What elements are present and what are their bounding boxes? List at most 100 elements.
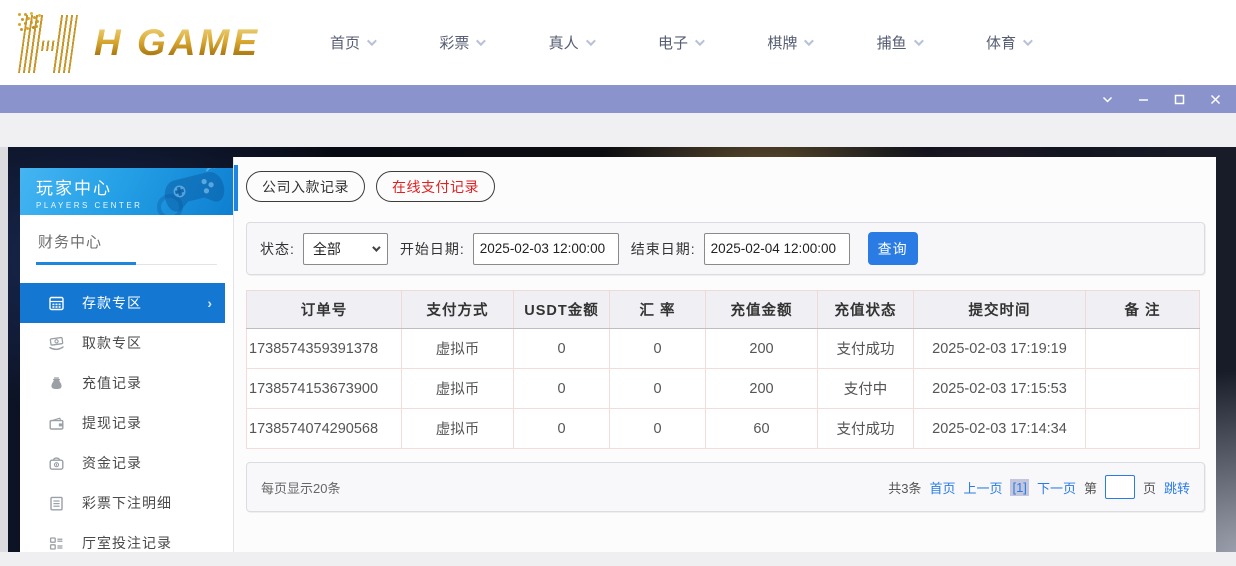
- maximize-icon[interactable]: [1172, 92, 1186, 106]
- table-cell: 2025-02-03 17:14:34: [914, 409, 1086, 449]
- chevron-down-icon: [476, 36, 486, 46]
- logo-text: H GAME: [94, 22, 260, 64]
- tab-0[interactable]: 公司入款记录: [246, 171, 365, 202]
- nav-item-label: 体育: [986, 32, 1016, 53]
- nav-item-1[interactable]: 彩票: [439, 32, 483, 53]
- deposit-icon: [48, 295, 65, 312]
- next-page-link[interactable]: 下一页: [1037, 478, 1076, 497]
- jump-button[interactable]: 跳转: [1164, 478, 1190, 497]
- table-cell: 虚拟币: [402, 369, 514, 409]
- nav-item-label: 彩票: [439, 32, 469, 53]
- page-jump-input[interactable]: [1105, 475, 1135, 499]
- sidebar-item-3[interactable]: 提现记录›: [20, 403, 233, 443]
- page-size-text: 每页显示20条: [261, 478, 340, 497]
- payment-records-table: 订单号支付方式USDT金额汇 率充值金额充值状态提交时间备 注 17385743…: [246, 290, 1200, 449]
- current-page-indicator: [1]: [1010, 479, 1028, 496]
- prev-page-link[interactable]: 上一页: [963, 478, 1002, 497]
- table-cell: 0: [514, 369, 610, 409]
- sidebar-item-0[interactable]: 存款专区 ›: [20, 283, 225, 323]
- table-cell: 1738574153673900: [247, 369, 402, 409]
- column-header-0: 订单号: [247, 291, 402, 329]
- tab-1[interactable]: 在线支付记录: [376, 171, 495, 202]
- column-header-1: 支付方式: [402, 291, 514, 329]
- table-cell: 0: [610, 409, 706, 449]
- filter-bar: 状态: 全部 开始日期: 结束日期: 查询: [246, 222, 1205, 275]
- top-header: H GAME 首页 彩票 真人 电子 棋牌 捕鱼 体育: [0, 0, 1236, 85]
- lottery-detail-icon: [48, 495, 65, 512]
- chevron-down-icon: [1023, 36, 1033, 46]
- logo-h-monogram-icon: [16, 11, 80, 75]
- column-header-3: 汇 率: [610, 291, 706, 329]
- sub-header-strip: [0, 113, 1236, 147]
- chevron-down-icon: [367, 36, 377, 46]
- table-cell: [1086, 369, 1200, 409]
- table-row: 1738574074290568虚拟币0060支付成功2025-02-03 17…: [247, 409, 1200, 449]
- nav-item-3[interactable]: 电子: [658, 32, 702, 53]
- table-cell: 60: [706, 409, 818, 449]
- nav-item-5[interactable]: 捕鱼: [877, 32, 921, 53]
- query-button[interactable]: 查询: [868, 232, 918, 265]
- table-cell: 0: [610, 329, 706, 369]
- sidebar-item-4[interactable]: 资金记录›: [20, 443, 233, 483]
- left-edge-strip: [0, 147, 8, 566]
- table-cell: 200: [706, 329, 818, 369]
- chevron-down-icon[interactable]: [1100, 92, 1114, 106]
- pager-controls: 共3条 首页 上一页 [1] 下一页 第 页 跳转: [888, 475, 1190, 499]
- logo-sparkle-dots-icon: [18, 13, 21, 16]
- table-cell: [1086, 329, 1200, 369]
- chevron-down-icon: [804, 36, 814, 46]
- chevron-down-icon: [914, 36, 924, 46]
- hall-bet-icon: [48, 535, 65, 552]
- withdrawal-record-icon: [48, 415, 65, 432]
- sidebar-item-1[interactable]: 取款专区›: [20, 323, 233, 363]
- sidebar-item-2[interactable]: 充值记录›: [20, 363, 233, 403]
- table-cell: 虚拟币: [402, 409, 514, 449]
- column-header-2: USDT金额: [514, 291, 610, 329]
- table-cell: 支付成功: [818, 409, 914, 449]
- withdraw-icon: [48, 335, 65, 352]
- chevron-right-icon: ›: [207, 295, 213, 311]
- recharge-record-icon: [48, 375, 65, 392]
- player-center-sidebar: 玩家中心 PLAYERS CENTER 财务中心 存款专区›取款专区›充值记录›…: [20, 168, 233, 552]
- sidebar-item-label: 取款专区: [82, 333, 142, 353]
- close-icon[interactable]: [1208, 92, 1222, 106]
- total-count-text: 共3条: [888, 478, 921, 497]
- table-cell: 0: [514, 329, 610, 369]
- table-cell: 200: [706, 369, 818, 409]
- sidebar-section-title: 财务中心: [20, 215, 233, 252]
- minimize-icon[interactable]: [1136, 92, 1150, 106]
- brand-logo[interactable]: H GAME: [16, 8, 260, 78]
- table-row: 1738574359391378虚拟币00200支付成功2025-02-03 1…: [247, 329, 1200, 369]
- nav-item-label: 真人: [549, 32, 579, 53]
- nav-item-label: 首页: [330, 32, 360, 53]
- nav-item-2[interactable]: 真人: [549, 32, 593, 53]
- table-cell: 1738574359391378: [247, 329, 402, 369]
- sidebar-item-label: 存款专区: [82, 293, 142, 313]
- nav-item-label: 棋牌: [767, 32, 797, 53]
- table-cell: 虚拟币: [402, 329, 514, 369]
- chevron-down-icon: [372, 243, 380, 251]
- end-date-label: 结束日期:: [631, 239, 696, 259]
- column-header-4: 充值金额: [706, 291, 818, 329]
- page: H GAME 首页彩票真人电子棋牌捕鱼体育 玩家中心 PLAYERS CENTE…: [0, 0, 1236, 566]
- record-tabs: 公司入款记录在线支付记录: [246, 171, 495, 202]
- table-cell: 2025-02-03 17:15:53: [914, 369, 1086, 409]
- status-select-value: 全部: [313, 239, 341, 259]
- status-select[interactable]: 全部: [303, 233, 388, 265]
- column-header-7: 备 注: [1086, 291, 1200, 329]
- nav-item-label: 捕鱼: [877, 32, 907, 53]
- first-page-link[interactable]: 首页: [929, 478, 955, 497]
- chevron-down-icon: [695, 36, 705, 46]
- nav-item-0[interactable]: 首页: [330, 32, 374, 53]
- nav-item-4[interactable]: 棋牌: [767, 32, 811, 53]
- tab-accent-bar: [234, 165, 238, 211]
- start-date-input[interactable]: [473, 233, 619, 265]
- column-header-5: 充值状态: [818, 291, 914, 329]
- nav-item-6[interactable]: 体育: [986, 32, 1030, 53]
- sidebar-item-label: 充值记录: [82, 373, 142, 393]
- sidebar-item-6[interactable]: 厅室投注记录›: [20, 523, 233, 563]
- sidebar-item-5[interactable]: 彩票下注明细›: [20, 483, 233, 523]
- main-nav: 首页 彩票 真人 电子 棋牌 捕鱼 体育: [330, 0, 1030, 85]
- end-date-input[interactable]: [704, 233, 850, 265]
- table-cell: [1086, 409, 1200, 449]
